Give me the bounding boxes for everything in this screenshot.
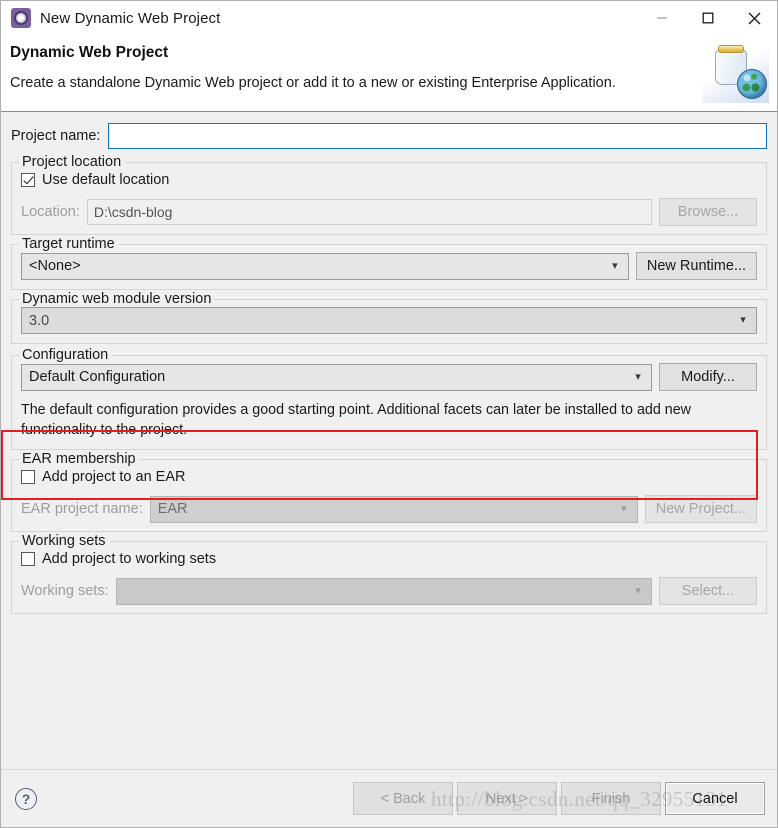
ear-project-name-combo[interactable]: EAR ▾ <box>149 495 638 523</box>
dialog-body: Project name: Project location Use defau… <box>1 112 777 769</box>
eclipse-wizard-icon <box>11 8 31 28</box>
working-sets-combo[interactable]: ▾ <box>115 577 652 605</box>
jar-globe-banner-icon <box>701 35 769 103</box>
page-description: Create a standalone Dynamic Web project … <box>10 75 616 91</box>
module-version-group: Dynamic web module version 3.0 ▾ <box>11 291 767 344</box>
ear-membership-group: EAR membership Add project to an EAR EAR… <box>11 451 767 532</box>
working-sets-group: Working sets Add project to working sets… <box>11 533 767 614</box>
location-row: Location: D:\csdn-blog Browse... <box>21 198 757 226</box>
chevron-down-icon: ▾ <box>635 584 641 597</box>
project-location-group: Project location Use default location Lo… <box>11 154 767 235</box>
working-sets-label: Working sets: <box>21 583 109 599</box>
globe-icon <box>737 69 767 99</box>
configuration-row: Default Configuration ▾ Modify... <box>21 363 757 391</box>
add-project-to-ear-row[interactable]: Add project to an EAR <box>21 467 757 487</box>
target-runtime-value: <None> <box>29 258 81 274</box>
ear-project-name-row: EAR project name: EAR ▾ New Project... <box>21 495 757 523</box>
add-project-to-working-sets-row[interactable]: Add project to working sets <box>21 549 757 569</box>
target-runtime-group: Target runtime <None> ▾ New Runtime... <box>11 236 767 290</box>
new-dynamic-web-project-dialog: New Dynamic Web Project Dynamic Web Proj… <box>0 0 778 828</box>
location-input[interactable]: D:\csdn-blog <box>86 199 652 225</box>
configuration-combo[interactable]: Default Configuration ▾ <box>21 363 652 391</box>
working-sets-row: Working sets: ▾ Select... <box>21 577 757 605</box>
help-icon[interactable]: ? <box>15 787 37 810</box>
minimize-icon[interactable] <box>639 1 685 35</box>
new-runtime-button[interactable]: New Runtime... <box>635 252 757 280</box>
title-bar: New Dynamic Web Project <box>1 1 777 35</box>
chevron-down-icon: ▾ <box>635 370 641 383</box>
back-button[interactable]: < Back <box>353 782 453 815</box>
add-project-to-working-sets-label: Add project to working sets <box>42 551 217 567</box>
target-runtime-legend: Target runtime <box>19 236 119 252</box>
target-runtime-combo[interactable]: <None> ▾ <box>21 252 629 280</box>
browse-button[interactable]: Browse... <box>659 198 757 226</box>
use-default-location-label: Use default location <box>42 172 170 188</box>
module-version-value: 3.0 <box>29 312 50 329</box>
project-name-input[interactable] <box>108 123 767 149</box>
use-default-location-row[interactable]: Use default location <box>21 170 757 190</box>
module-version-combo[interactable]: 3.0 ▾ <box>21 307 757 334</box>
modify-button[interactable]: Modify... <box>659 363 757 391</box>
project-name-label: Project name: <box>11 128 101 144</box>
add-project-to-working-sets-checkbox[interactable] <box>21 552 35 566</box>
project-name-row: Project name: <box>11 123 767 149</box>
wizard-banner: Dynamic Web Project Create a standalone … <box>1 35 777 112</box>
module-version-legend: Dynamic web module version <box>19 291 216 307</box>
chevron-down-icon: ▾ <box>620 502 627 515</box>
cancel-button[interactable]: Cancel <box>665 782 765 815</box>
chevron-down-icon: ▾ <box>740 314 746 326</box>
add-project-to-ear-label: Add project to an EAR <box>42 469 186 485</box>
project-location-legend: Project location <box>19 154 126 170</box>
select-button[interactable]: Select... <box>659 577 757 605</box>
module-version-row: 3.0 ▾ <box>21 307 757 334</box>
page-title: Dynamic Web Project <box>10 44 169 61</box>
dialog-footer: ? < Back Next > Finish Cancel <box>1 769 777 827</box>
target-runtime-row: <None> ▾ New Runtime... <box>21 252 757 280</box>
next-button[interactable]: Next > <box>457 782 557 815</box>
new-project-button[interactable]: New Project... <box>644 495 757 523</box>
ear-membership-legend: EAR membership <box>19 451 140 467</box>
use-default-location-checkbox[interactable] <box>21 173 35 187</box>
ear-project-name-label: EAR project name: <box>21 501 143 517</box>
configuration-description: The default configuration provides a goo… <box>21 402 692 438</box>
configuration-legend: Configuration <box>19 347 113 363</box>
maximize-icon[interactable] <box>685 1 731 35</box>
wizard-buttons: < Back Next > Finish Cancel <box>349 782 765 815</box>
configuration-group: Configuration Default Configuration ▾ Mo… <box>11 347 767 450</box>
working-sets-legend: Working sets <box>19 533 110 549</box>
finish-button[interactable]: Finish <box>561 782 661 815</box>
chevron-down-icon: ▾ <box>612 259 618 272</box>
add-project-to-ear-checkbox[interactable] <box>21 470 35 484</box>
ear-project-name-value: EAR <box>157 501 188 517</box>
close-icon[interactable] <box>731 1 777 35</box>
location-label: Location: <box>21 204 80 220</box>
configuration-value: Default Configuration <box>29 369 166 385</box>
window-controls <box>639 1 777 35</box>
window-title: New Dynamic Web Project <box>40 9 221 27</box>
